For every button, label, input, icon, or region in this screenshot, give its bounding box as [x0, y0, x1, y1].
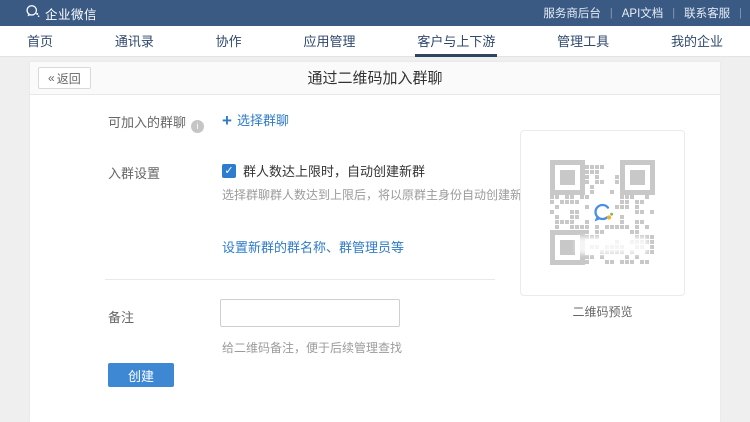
remark-hint: 给二维码备注，便于后续管理查找: [222, 339, 402, 356]
remark-input[interactable]: [220, 299, 400, 327]
qr-blur-watermark: [576, 237, 648, 254]
select-group-link-label: 选择群聊: [237, 113, 289, 128]
remark-label: 备注: [108, 307, 134, 326]
page-title: 通过二维码加入群聊: [30, 62, 720, 95]
qr-center-logo-icon: [591, 201, 615, 225]
join-settings-label: 入群设置: [108, 163, 160, 182]
tab-home[interactable]: 首页: [25, 26, 55, 57]
back-arrows-icon: «: [48, 71, 55, 85]
top-link-service-provider[interactable]: 服务商后台: [534, 5, 610, 21]
auto-create-group-checkbox-label: 群人数达上限时，自动创建新群: [243, 161, 425, 180]
section-divider: [105, 279, 495, 280]
tab-app-management[interactable]: 应用管理: [301, 26, 357, 57]
tab-collaboration[interactable]: 协作: [214, 26, 244, 57]
join-settings-hint: 选择群聊群人数达到上限后，将以原群主身份自动创建新群: [222, 186, 534, 203]
wechat-work-logo-icon: [25, 4, 40, 22]
new-group-settings-link[interactable]: 设置新群的群名称、群管理员等: [222, 237, 404, 256]
top-link-api-docs[interactable]: API文档: [613, 5, 673, 21]
plus-icon: +: [222, 111, 232, 130]
brand[interactable]: 企业微信: [25, 4, 97, 23]
qr-preview-caption: 二维码预览: [520, 303, 685, 320]
info-icon[interactable]: i: [191, 120, 204, 133]
brand-name: 企业微信: [45, 4, 97, 23]
top-links: 服务商后台 | API文档 | 联系客服 |: [534, 5, 742, 21]
create-button[interactable]: 创建: [108, 363, 174, 387]
tab-management-tools[interactable]: 管理工具: [555, 26, 611, 57]
main-nav: 首页 通讯录 协作 应用管理 客户与上下游 管理工具 我的企业: [0, 26, 750, 57]
joinable-group-label: 可加入的群聊 i: [108, 112, 204, 133]
qr-code: [550, 160, 655, 265]
content-card: « 返回 通过二维码加入群聊 可加入的群聊 i + 选择群聊 入群设置 ✓ 群人数达…: [30, 62, 720, 422]
separator: |: [739, 7, 742, 19]
card-header: « 返回 通过二维码加入群聊: [30, 62, 720, 95]
select-group-link[interactable]: + 选择群聊: [222, 110, 289, 131]
tab-customers-upstream-downstream[interactable]: 客户与上下游: [415, 26, 497, 57]
top-bar: 企业微信 服务商后台 | API文档 | 联系客服 |: [0, 0, 750, 26]
tab-contacts[interactable]: 通讯录: [113, 26, 156, 57]
auto-create-group-option: ✓ 群人数达上限时，自动创建新群: [222, 161, 425, 180]
qr-preview-panel: [520, 130, 685, 296]
top-link-contact-support[interactable]: 联系客服: [675, 5, 739, 21]
back-button-label: 返回: [57, 70, 81, 87]
joinable-group-label-text: 可加入的群聊: [108, 115, 186, 130]
auto-create-group-checkbox[interactable]: ✓: [222, 164, 236, 178]
tab-my-enterprise[interactable]: 我的企业: [669, 26, 725, 57]
back-button[interactable]: « 返回: [38, 67, 91, 89]
